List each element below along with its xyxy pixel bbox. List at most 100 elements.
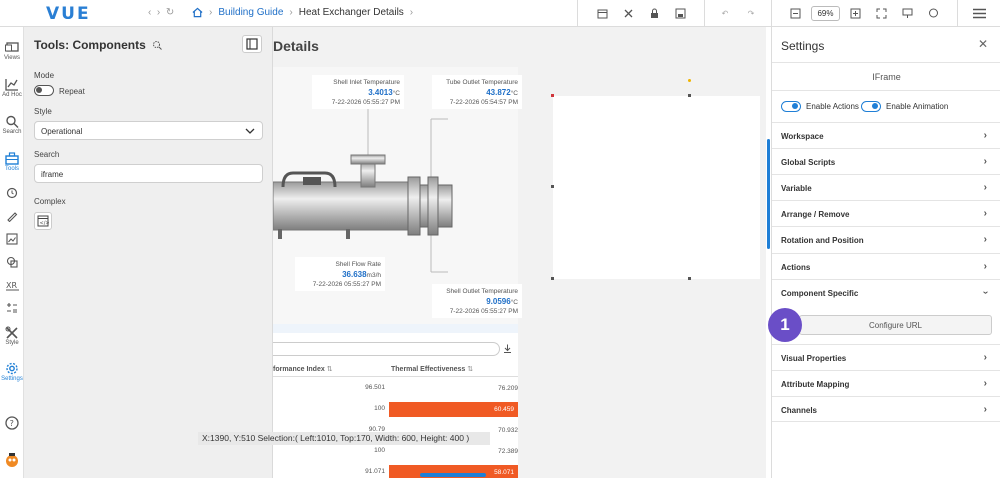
rotate-handle[interactable]: [688, 79, 691, 82]
selection-handle[interactable]: [688, 94, 691, 97]
zoom-out-icon[interactable]: [788, 7, 802, 21]
download-icon[interactable]: [503, 344, 512, 353]
refresh-icon[interactable]: ↻: [166, 7, 174, 18]
close-icon[interactable]: ✕: [978, 37, 988, 51]
tools-icon[interactable]: [621, 7, 635, 21]
header-text: formance Index: [273, 366, 325, 373]
nav-history[interactable]: [0, 187, 24, 200]
card-unit: m3/h: [366, 271, 381, 279]
nav-settings[interactable]: Settings: [0, 362, 24, 382]
configure-url-button[interactable]: Configure URL: [799, 315, 992, 335]
nav-arrows[interactable]: ‹ › ↻: [148, 7, 174, 18]
redo-icon[interactable]: ↷: [744, 7, 758, 21]
nav-search[interactable]: Search: [0, 115, 24, 135]
search-components-icon[interactable]: [152, 40, 162, 50]
section-arrange-remove[interactable]: Arrange / Remove ›: [772, 200, 1000, 226]
table-cell-index: 100: [374, 447, 385, 454]
card-unit: °C: [510, 298, 518, 306]
section-workspace[interactable]: Workspace ›: [772, 122, 1000, 148]
enable-animation-toggle[interactable]: [861, 101, 881, 112]
search-input[interactable]: iframe: [34, 164, 263, 183]
section-actions[interactable]: Actions ›: [772, 253, 1000, 279]
status-bar: X:1390, Y:510 Selection:( Left:1010, Top…: [198, 432, 490, 445]
zoom-in-icon[interactable]: [849, 7, 863, 21]
toolbox-icon: [5, 152, 19, 165]
history-tools: ↶ ↷: [704, 0, 771, 27]
nav-mascot[interactable]: [0, 452, 24, 469]
tube-outlet-temp-card: Tube Outlet Temperature 43.872°C 7-22-20…: [432, 75, 522, 109]
chat-icon[interactable]: [927, 7, 941, 21]
nav-help[interactable]: ?: [0, 416, 24, 431]
presentation-icon[interactable]: [901, 7, 915, 21]
nav-style-label: Style: [5, 340, 19, 346]
component-type: IFrame: [872, 72, 901, 82]
nav-views[interactable]: Views: [0, 41, 24, 61]
shapes-icon: [6, 256, 18, 268]
shell-inlet-temp-card: Shell Inlet Temperature 3.4013°C 7-22-20…: [312, 75, 404, 109]
settings-scrollbar[interactable]: [767, 139, 770, 249]
table-cell-index: 91.071: [365, 468, 385, 475]
section-label: Actions: [781, 263, 811, 272]
selection-handle[interactable]: [551, 185, 554, 188]
nav-style[interactable]: Style: [0, 326, 24, 346]
chevron-right-icon: ›: [983, 234, 987, 245]
section-visual-properties[interactable]: Visual Properties ›: [772, 344, 1000, 370]
calendar-icon[interactable]: [595, 7, 609, 21]
selection-handle[interactable]: [551, 94, 554, 97]
save-icon[interactable]: [673, 7, 687, 21]
table-cell-effectiveness: 76.209: [498, 385, 518, 392]
data-table: formance Index ⇅ Thermal Effectiveness ⇅…: [273, 324, 518, 478]
fit-screen-icon[interactable]: [875, 7, 889, 21]
table-header-effectiveness[interactable]: Thermal Effectiveness ⇅: [391, 365, 473, 373]
search-icon: [6, 115, 19, 128]
enable-actions-toggle[interactable]: [781, 101, 801, 112]
section-component-specific[interactable]: Component Specific ›: [772, 279, 1000, 305]
image-icon: [6, 233, 18, 245]
nav-views-label: Views: [4, 55, 20, 61]
repeat-label: Repeat: [59, 87, 85, 96]
back-icon[interactable]: ‹: [148, 7, 151, 18]
card-value: 9.0596: [486, 296, 511, 306]
lock-icon[interactable]: [647, 7, 661, 21]
style-select[interactable]: Operational: [34, 121, 263, 140]
design-canvas[interactable]: Details Shell Inlet Temperature 3.4013°C…: [273, 27, 766, 478]
iframe-component[interactable]: [553, 96, 760, 279]
table-header-performance[interactable]: formance Index ⇅: [273, 365, 333, 373]
chart-icon: [5, 79, 18, 91]
repeat-toggle[interactable]: [34, 85, 54, 96]
section-attribute-mapping[interactable]: Attribute Mapping ›: [772, 370, 1000, 396]
nav-ad-hoc[interactable]: Ad Hoc: [0, 78, 24, 98]
panel-title-text: Tools: Components: [34, 38, 146, 52]
section-variable[interactable]: Variable ›: [772, 174, 1000, 200]
nav-calculator[interactable]: [0, 302, 24, 315]
card-label: Shell Outlet Temperature: [446, 288, 518, 295]
selection-handle[interactable]: [688, 277, 691, 280]
mascot-icon: [6, 453, 18, 467]
table-divider: [273, 376, 518, 377]
selection-handle[interactable]: [551, 277, 554, 280]
collapse-panel-button[interactable]: [242, 35, 262, 53]
nav-tools[interactable]: Tools: [0, 152, 24, 172]
nav-paint[interactable]: [0, 210, 24, 223]
home-icon[interactable]: [192, 7, 203, 18]
nav-xr[interactable]: XR: [0, 279, 24, 292]
breadcrumb-separator: ›: [209, 7, 213, 18]
undo-icon[interactable]: ↶: [718, 7, 732, 21]
table-cell-index: 96.501: [365, 384, 385, 391]
section-channels[interactable]: Channels ›: [772, 396, 1000, 422]
section-global-scripts[interactable]: Global Scripts ›: [772, 148, 1000, 174]
zoom-level[interactable]: 69%: [811, 6, 840, 21]
nav-image[interactable]: [0, 233, 24, 246]
settings-panel: Settings ✕ IFrame Enable Actions Enable …: [767, 27, 1000, 478]
views-icon: [5, 42, 19, 52]
card-value: 3.4013: [368, 87, 393, 97]
breadcrumb-link[interactable]: Building Guide: [218, 7, 283, 18]
section-rotation-position[interactable]: Rotation and Position ›: [772, 226, 1000, 252]
iframe-component-tile[interactable]: </>: [34, 212, 52, 230]
tools-panel: Tools: Components Mode Repeat Style Oper…: [24, 27, 273, 478]
nav-shapes[interactable]: [0, 256, 24, 269]
menu-icon[interactable]: [972, 7, 986, 21]
forward-icon[interactable]: ›: [157, 7, 160, 18]
table-search-input[interactable]: [273, 342, 500, 356]
canvas-scrollbar[interactable]: [420, 473, 486, 477]
